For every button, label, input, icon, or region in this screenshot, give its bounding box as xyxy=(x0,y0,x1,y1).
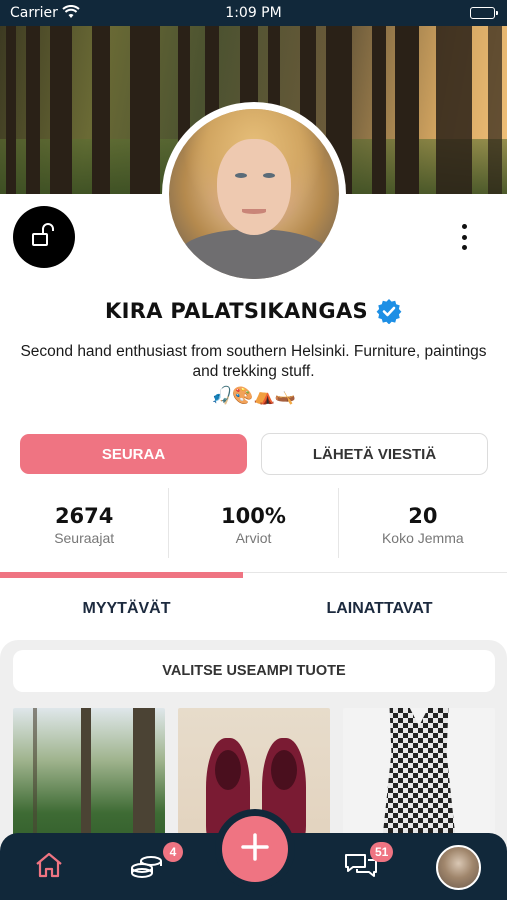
unlock-icon xyxy=(31,223,57,251)
follow-button[interactable]: SEURAA xyxy=(20,434,247,474)
privacy-lock-button[interactable] xyxy=(13,206,75,268)
tab-for-lending[interactable]: LAINATTAVAT xyxy=(253,600,506,618)
active-tab-indicator xyxy=(0,572,243,578)
send-message-button[interactable]: LÄHETÄ VIESTIÄ xyxy=(261,433,488,475)
stat-label: Arviot xyxy=(235,530,272,546)
verified-badge-icon xyxy=(376,299,402,324)
avatar-photo xyxy=(169,109,339,279)
profile-tab-avatar[interactable] xyxy=(436,845,481,890)
dot xyxy=(461,245,467,250)
battery-icon xyxy=(470,7,498,19)
name-row: KIRA PALATSIKANGAS xyxy=(0,298,507,324)
profile-avatar[interactable] xyxy=(162,102,346,286)
more-options-button[interactable] xyxy=(450,222,478,252)
stat-value: 100% xyxy=(221,504,286,528)
status-bar: Carrier 1:09 PM xyxy=(0,0,507,26)
stat-value: 2674 xyxy=(54,504,114,528)
profile-name: KIRA PALATSIKANGAS xyxy=(105,299,368,323)
profile-bio: Second hand enthusiast from southern Hel… xyxy=(20,343,487,380)
tab-for-sale[interactable]: MYYTÄVÄT xyxy=(0,600,253,618)
clock: 1:09 PM xyxy=(225,5,282,21)
stat-value: 20 xyxy=(408,504,438,528)
stat-followers[interactable]: 2674 Seuraajat xyxy=(0,488,170,558)
stat-reviews[interactable]: 100% Arviot xyxy=(169,488,339,558)
add-listing-button[interactable] xyxy=(215,809,295,889)
dot xyxy=(461,234,467,240)
stat-label: Koko Jemma xyxy=(381,530,464,546)
home-icon[interactable] xyxy=(34,851,64,883)
coins-icon[interactable] xyxy=(129,851,165,885)
stat-label: Seuraajat xyxy=(54,530,115,546)
plus-icon xyxy=(240,832,270,866)
bio-emojis: 🎣🎨⛺🛶 xyxy=(211,386,296,406)
profile-stats: 2674 Seuraajat 100% Arviot 20 Koko Jemma xyxy=(0,488,507,558)
messages-badge: 51 xyxy=(370,842,394,862)
select-multiple-button[interactable]: VALITSE USEAMPI TUOTE xyxy=(13,650,495,692)
coins-badge: 4 xyxy=(163,842,183,862)
dot xyxy=(461,224,467,229)
stat-total-items[interactable]: 20 Koko Jemma xyxy=(339,488,507,558)
